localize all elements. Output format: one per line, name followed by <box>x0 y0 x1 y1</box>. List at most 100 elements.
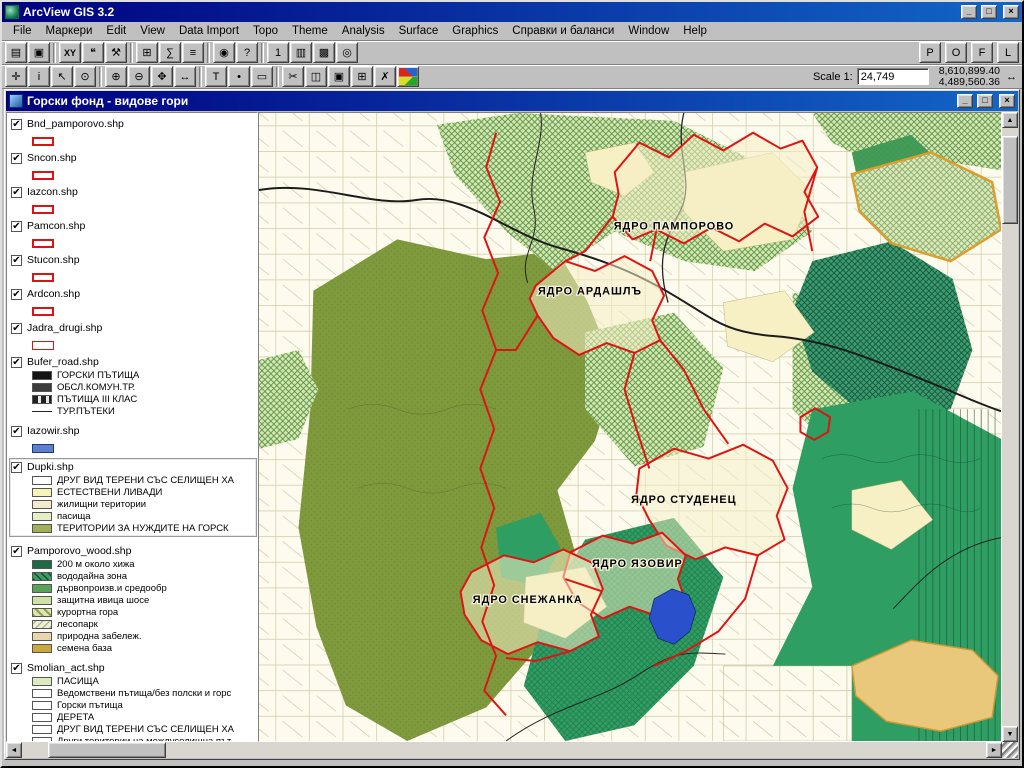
script-f-button[interactable]: F <box>971 42 993 63</box>
layer-checkbox[interactable]: ✔ <box>11 545 22 557</box>
table-icon[interactable]: ≡ <box>182 42 204 63</box>
xy-button[interactable]: XY <box>59 42 81 63</box>
paste-icon[interactable]: ▣ <box>328 66 350 87</box>
layer-checkbox[interactable]: ✔ <box>11 662 22 674</box>
view-close-button[interactable]: × <box>999 94 1015 108</box>
merge-icon[interactable]: ⊞ <box>351 66 373 87</box>
layer-checkbox[interactable]: ✔ <box>11 461 22 473</box>
minimize-button[interactable]: _ <box>961 5 977 19</box>
pan-icon[interactable]: ✥ <box>151 66 173 87</box>
layer-checkbox[interactable]: ✔ <box>11 118 22 130</box>
label-tool-icon[interactable]: ❝ <box>82 42 104 63</box>
layer-checkbox[interactable]: ✔ <box>11 152 22 164</box>
layer-name[interactable]: Iazcon.shp <box>27 186 78 198</box>
layer-checkbox[interactable]: ✔ <box>11 186 22 198</box>
cut-icon[interactable]: ✂ <box>282 66 304 87</box>
menu-surface[interactable]: Surface <box>392 23 446 39</box>
view-minimize-button[interactable]: _ <box>957 94 973 108</box>
maximize-button[interactable]: □ <box>981 5 997 19</box>
copy-icon[interactable]: ◫ <box>305 66 327 87</box>
find-icon[interactable]: ◉ <box>213 42 235 63</box>
legend-panel: ✔ Bnd_pamporovo.shp ✔ Sncon.shp ✔ Iazcon… <box>6 112 258 742</box>
chart-icon[interactable]: ▥ <box>290 42 312 63</box>
layer-checkbox[interactable]: ✔ <box>11 288 22 300</box>
menubar: File Маркери Edit View Data Import Topo … <box>2 22 1022 41</box>
legend-item-label: ГОРСКИ ПЪТИЩА <box>57 369 140 381</box>
legend-layer-pamcon: ✔ Pamcon.shp <box>11 219 257 248</box>
script-l-button[interactable]: L <box>997 42 1019 63</box>
layer-name[interactable]: Sncon.shp <box>27 152 77 164</box>
add-theme-icon[interactable]: ⊞ <box>136 42 158 63</box>
print-icon[interactable]: ▣ <box>28 42 50 63</box>
menu-help[interactable]: Help <box>676 23 714 39</box>
script-o-button[interactable]: O <box>945 42 967 63</box>
vertical-scroll-thumb[interactable] <box>1002 136 1018 224</box>
zoom-out-icon[interactable]: ⊖ <box>128 66 150 87</box>
layer-name[interactable]: Ardcon.shp <box>27 288 80 300</box>
menu-window[interactable]: Window <box>621 23 676 39</box>
layer-name[interactable]: Dupki.shp <box>27 461 74 473</box>
layer-name[interactable]: Pamporovo_wood.shp <box>27 545 131 557</box>
coordinate-readout: 8,610,899.40 4,489,560.36 <box>939 65 1000 88</box>
layer-checkbox[interactable]: ✔ <box>11 356 22 368</box>
menu-theme[interactable]: Theme <box>285 23 335 39</box>
layer-checkbox[interactable]: ✔ <box>11 254 22 266</box>
statistics-icon[interactable]: ∑ <box>159 42 181 63</box>
layout-icon[interactable]: ▩ <box>313 42 335 63</box>
menu-analysis[interactable]: Analysis <box>335 23 392 39</box>
scroll-right-button[interactable]: ► <box>986 742 1002 758</box>
vertex-edit-icon[interactable]: ⊙ <box>74 66 96 87</box>
measure-icon[interactable]: ↔ <box>174 66 196 87</box>
legend-item: ДЕРЕТА <box>32 711 257 723</box>
resize-grip[interactable] <box>1002 742 1018 758</box>
view-titlebar[interactable]: Горски фонд - видове гори _ □ × <box>6 91 1018 111</box>
layer-name[interactable]: Pamcon.shp <box>27 220 85 232</box>
view-maximize-button[interactable]: □ <box>977 94 993 108</box>
layer-name[interactable]: Bnd_pamporovo.shp <box>27 118 124 130</box>
menu-spravki-balansi[interactable]: Справки и баланси <box>505 23 621 39</box>
menu-file[interactable]: File <box>6 23 39 39</box>
layer-checkbox[interactable]: ✔ <box>11 220 22 232</box>
projection-icon[interactable]: ◎ <box>336 42 358 63</box>
scroll-down-button[interactable]: ▼ <box>1002 726 1018 742</box>
vertical-scrollbar[interactable]: ▲ ▼ <box>1002 112 1018 742</box>
palette-icon[interactable] <box>397 66 419 87</box>
save-icon[interactable]: ▤ <box>5 42 27 63</box>
scale-input[interactable] <box>856 68 929 85</box>
map-viewport[interactable]: ЯДРО ПАМПОРОВО ЯДРО АРДАШЛЪ ЯДРО СТУДЕНЕ… <box>258 112 1002 742</box>
scroll-up-button[interactable]: ▲ <box>1002 112 1018 128</box>
menu-edit[interactable]: Edit <box>99 23 133 39</box>
menu-graphics[interactable]: Graphics <box>445 23 505 39</box>
identify-icon[interactable]: i <box>28 66 50 87</box>
close-button[interactable]: × <box>1003 5 1019 19</box>
layer-name[interactable]: Stucon.shp <box>27 254 80 266</box>
script-p-button[interactable]: P <box>919 42 941 63</box>
draw-point-icon[interactable]: • <box>228 66 250 87</box>
menu-view[interactable]: View <box>133 23 172 39</box>
legend-item-label: ДЕРЕТА <box>57 711 95 723</box>
zoom-in-icon[interactable]: ⊕ <box>105 66 127 87</box>
zoom-actual-button[interactable]: 1 <box>267 42 289 63</box>
layer-name[interactable]: Smolian_act.shp <box>27 662 105 674</box>
layer-checkbox[interactable]: ✔ <box>11 322 22 334</box>
layer-name[interactable]: Bufer_road.shp <box>27 356 99 368</box>
vertical-scroll-track[interactable] <box>1002 128 1018 726</box>
layer-name[interactable]: Iazowir.shp <box>27 425 80 437</box>
horizontal-scroll-track[interactable] <box>22 742 986 758</box>
horizontal-scroll-thumb[interactable] <box>48 742 166 758</box>
horizontal-scrollbar[interactable]: ◄ ► <box>6 742 1018 758</box>
help-icon[interactable]: ? <box>236 42 258 63</box>
snap-icon[interactable]: ✛ <box>5 66 27 87</box>
scroll-left-button[interactable]: ◄ <box>6 742 22 758</box>
map-canvas[interactable]: ЯДРО ПАМПОРОВО ЯДРО АРДАШЛЪ ЯДРО СТУДЕНЕ… <box>259 113 1001 741</box>
tools-icon[interactable]: ⚒ <box>105 42 127 63</box>
layer-name[interactable]: Jadra_drugi.shp <box>27 322 102 334</box>
menu-topo[interactable]: Topo <box>246 23 285 39</box>
draw-rect-icon[interactable]: ▭ <box>251 66 273 87</box>
delete-icon[interactable]: ✗ <box>374 66 396 87</box>
layer-checkbox[interactable]: ✔ <box>11 425 22 437</box>
menu-data-import[interactable]: Data Import <box>172 23 246 39</box>
pointer-icon[interactable]: ↖ <box>51 66 73 87</box>
text-tool-icon[interactable]: T <box>205 66 227 87</box>
menu-markeri[interactable]: Маркери <box>39 23 100 39</box>
